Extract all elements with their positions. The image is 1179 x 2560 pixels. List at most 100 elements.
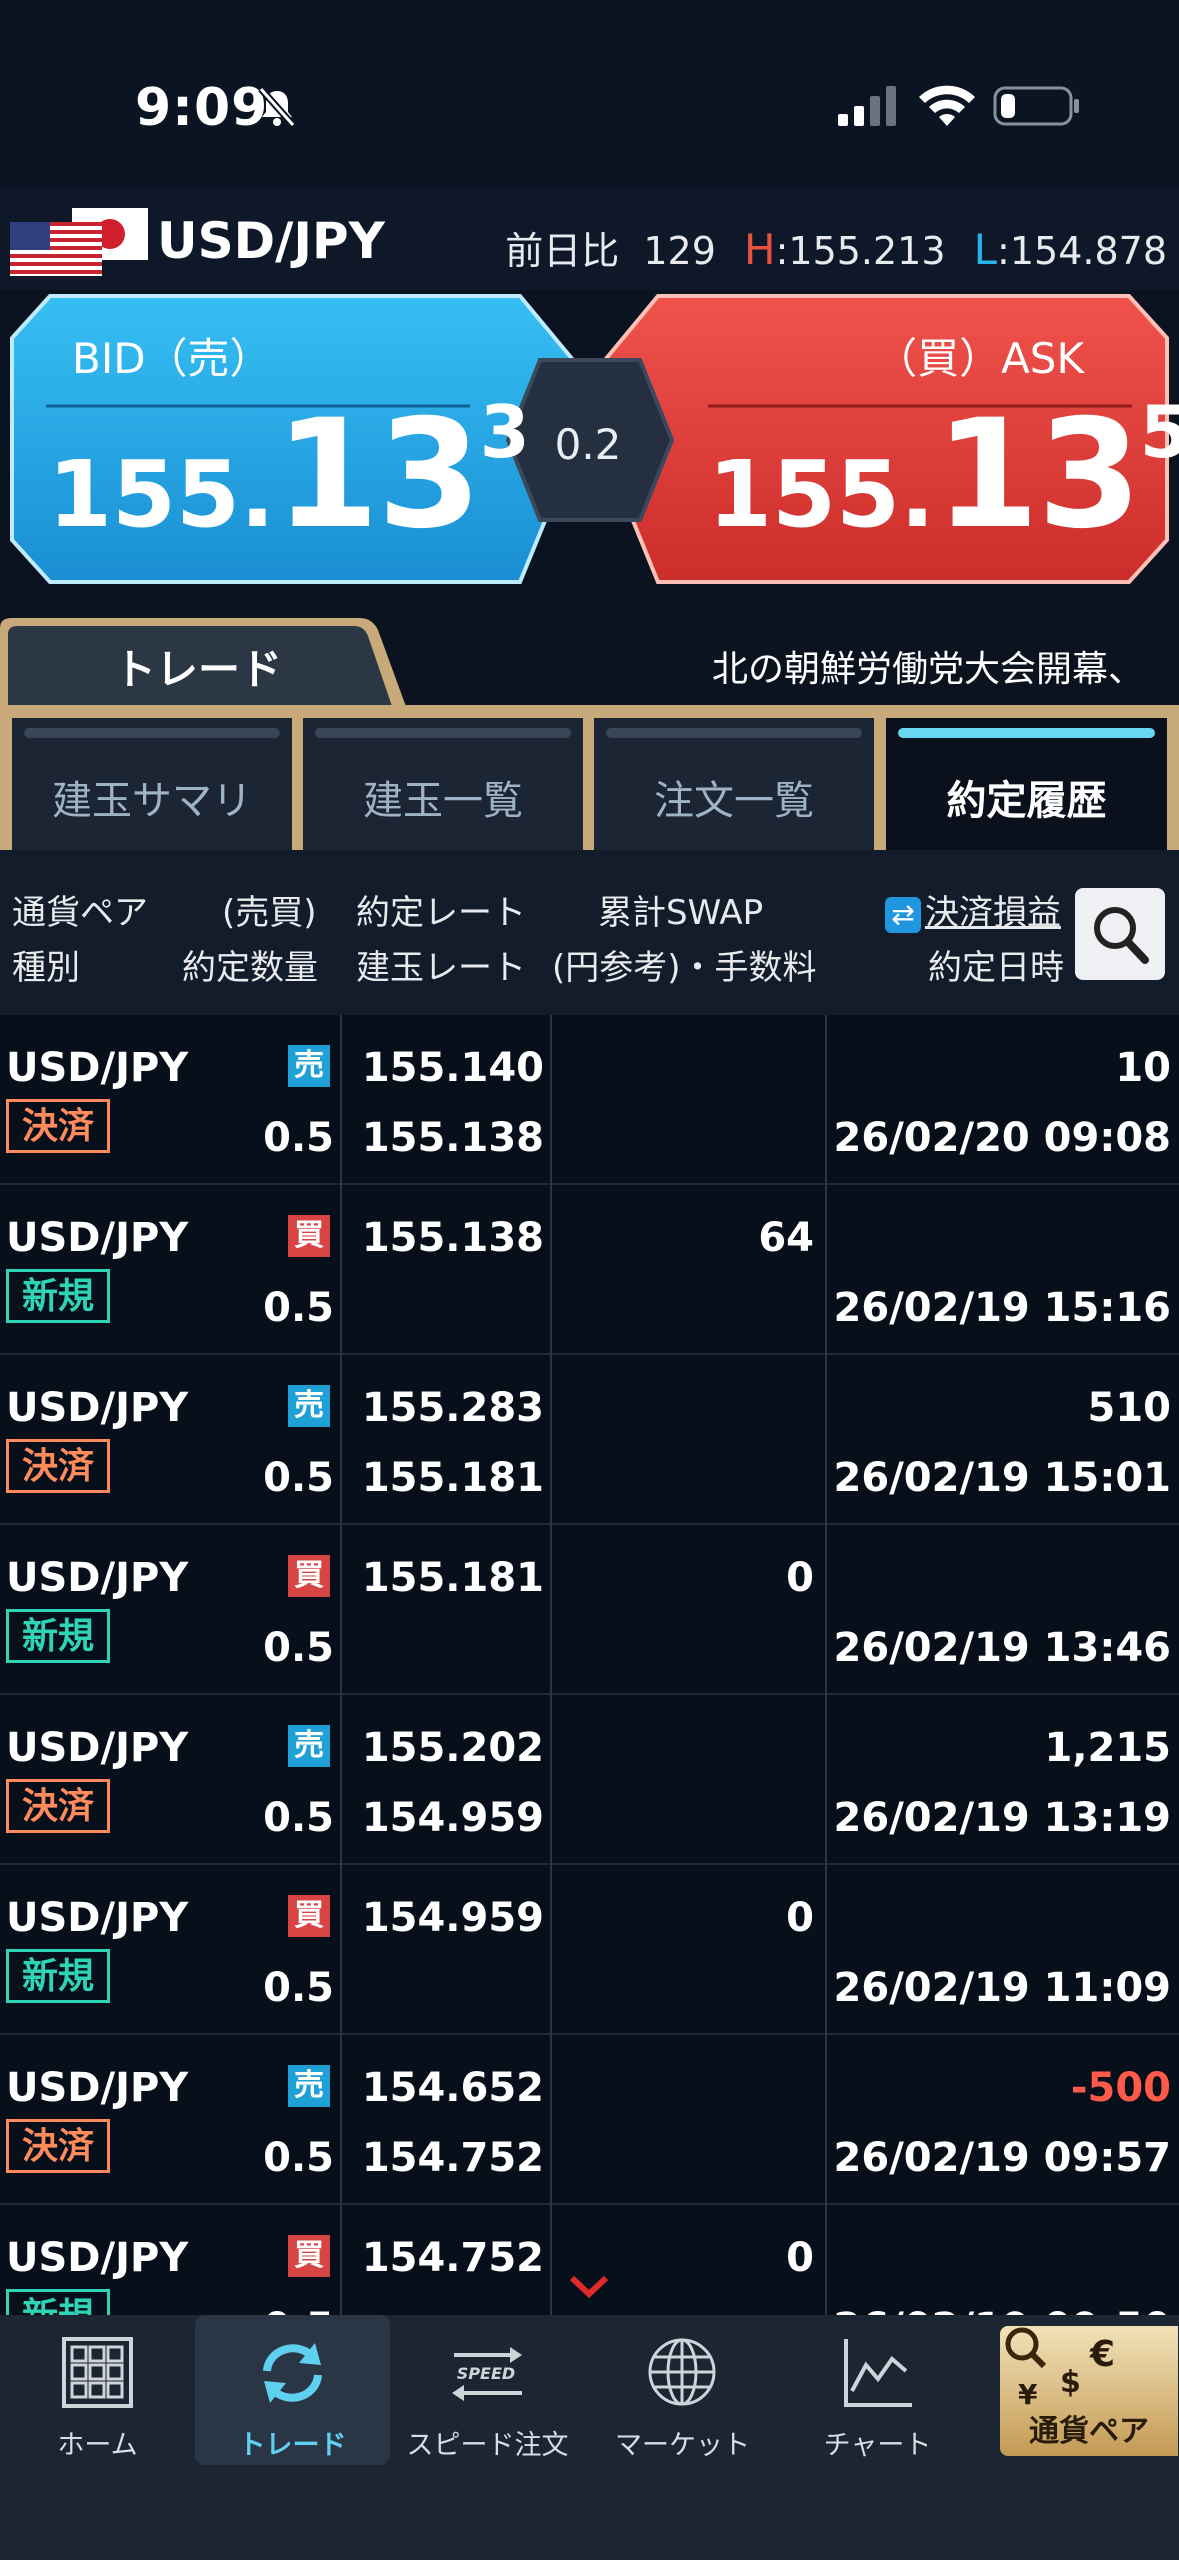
type-badge: 決済 <box>6 1099 110 1153</box>
tab-label: 注文一覧 <box>654 778 814 824</box>
refresh-arrows-icon <box>263 2343 322 2403</box>
col-pair: 通貨ペア <box>12 893 148 933</box>
col-qty: 約定数量 <box>182 948 318 988</box>
currency-icon: € $ ¥ <box>1005 2327 1115 2411</box>
row-exec-rate: 154.959 <box>361 1895 544 1941</box>
table-row[interactable]: USD/JPY 買新規 0.5 155.138 64 26/02/19 15:16 <box>0 1185 1179 1355</box>
row-exec-time: 26/02/19 11:09 <box>833 1965 1171 2011</box>
tab-position-list[interactable]: 建玉一覧 <box>303 718 583 850</box>
table-row[interactable]: USD/JPY 売決済 0.5 155.202 154.959 1,215 26/02/19… <box>0 1695 1179 1865</box>
nav-speed-order[interactable]: SPEED スピード注文 <box>390 2315 585 2465</box>
row-pair: USD/JPY <box>6 1555 189 1601</box>
col-divider <box>340 1015 342 2315</box>
spread-value: 0.2 <box>554 420 622 469</box>
scroll-down-icon[interactable] <box>566 2272 612 2302</box>
type-badge: 決済 <box>6 2119 110 2173</box>
row-pl: 10 <box>1115 1045 1171 1091</box>
svg-text:€: € <box>1089 2334 1115 2375</box>
nav-currency-pair[interactable]: € $ ¥ 通貨ペア <box>1000 2326 1178 2456</box>
col-divider <box>550 1015 552 2315</box>
col-pos-rate: 建玉レート <box>356 948 526 988</box>
side-badge: 買 <box>288 1555 330 1597</box>
high-label: H <box>744 225 776 274</box>
status-bar: 9:09 <box>0 0 1179 190</box>
side-badge: 売 <box>288 1385 330 1427</box>
tab-order-list[interactable]: 注文一覧 <box>594 718 874 850</box>
nav-label: マーケット <box>615 2430 750 2461</box>
tab-label: 建玉一覧 <box>363 778 523 824</box>
row-swap: 0 <box>786 1555 814 1601</box>
table-row[interactable]: USD/JPY 売決済 0.5 155.283 155.181 510 26/02/19 1… <box>0 1355 1179 1525</box>
battery-icon <box>993 86 1079 126</box>
col-type: 種別 <box>12 948 80 988</box>
table-row[interactable]: USD/JPY 買新規 0.5 154.959 0 26/02/19 11:09 <box>0 1865 1179 2035</box>
side-badge: 買 <box>288 1895 330 1937</box>
type-badge: 決済 <box>6 1439 110 1493</box>
table-row[interactable]: USD/JPY 売決済 0.5 155.140 155.138 10 26/02/20 09… <box>0 1015 1179 1185</box>
nav-chart[interactable]: チャート <box>780 2315 975 2465</box>
search-icon <box>1094 907 1149 964</box>
side-badge: 売 <box>288 1725 330 1767</box>
us-jp-flag-icon <box>10 208 148 276</box>
nav-label: 通貨ペア <box>1029 2414 1149 2449</box>
signal-icon <box>838 86 896 126</box>
nav-home[interactable]: ホーム <box>0 2315 195 2465</box>
row-pos-rate: 154.959 <box>361 1795 544 1841</box>
row-qty: 0.5 <box>263 1115 334 1161</box>
row-pair: USD/JPY <box>6 1215 189 1261</box>
row-exec-rate: 154.652 <box>361 2065 544 2111</box>
row-pair: USD/JPY <box>6 2065 189 2111</box>
low-value: :154.878 <box>997 229 1167 273</box>
row-exec-time: 26/02/20 09:08 <box>833 1115 1171 1161</box>
table-row[interactable]: USD/JPY 売決済 0.5 154.652 154.752 -500 26/02/19 … <box>0 2035 1179 2205</box>
col-pl-toggle[interactable]: ⇄ 決済損益 <box>885 885 1061 934</box>
ask-label: （買）ASK <box>875 334 1084 383</box>
row-exec-time: 26/02/19 15:01 <box>833 1455 1171 1501</box>
line-chart-icon <box>844 2339 912 2407</box>
row-pos-rate: 155.181 <box>361 1455 544 1501</box>
col-exec-time: 約定日時 <box>928 948 1064 988</box>
nav-label: トレード <box>238 2430 347 2461</box>
bid-price[interactable]: 155.133 <box>48 396 530 550</box>
row-pair: USD/JPY <box>6 1895 189 1941</box>
tab-label: 約定履歴 <box>946 778 1107 824</box>
tab-position-summary[interactable]: 建玉サマリ <box>12 718 292 850</box>
nav-market[interactable]: マーケット <box>585 2315 780 2465</box>
ask-price-big: 155. <box>708 441 935 548</box>
side-badge: 買 <box>288 2235 330 2277</box>
execution-list[interactable]: USD/JPY 売決済 0.5 155.140 155.138 10 26/02/20 09… <box>0 1015 1179 2315</box>
row-pos-rate: 155.138 <box>361 1115 544 1161</box>
row-pair: USD/JPY <box>6 1725 189 1771</box>
row-qty: 0.5 <box>263 1795 334 1841</box>
col-swap: 累計SWAP <box>598 893 764 933</box>
row-qty: 0.5 <box>263 2305 334 2315</box>
search-button[interactable] <box>1075 888 1165 980</box>
row-pair: USD/JPY <box>6 1045 189 1091</box>
ask-price[interactable]: 155.135 <box>708 396 1179 550</box>
tab-execution-history[interactable]: 約定履歴 <box>886 718 1167 850</box>
row-swap: 0 <box>786 1895 814 1941</box>
ask-price-pip: 5 <box>1139 390 1179 474</box>
row-exec-rate: 155.283 <box>361 1385 544 1431</box>
row-qty: 0.5 <box>263 1455 334 1501</box>
row-pair: USD/JPY <box>6 1385 189 1431</box>
news-ticker[interactable]: 北の朝鮮労働党大会開幕、 <box>712 640 1144 692</box>
type-badge: 新規 <box>6 1949 110 2003</box>
pair-title[interactable]: USD/JPY <box>157 212 385 270</box>
svg-text:$: $ <box>1060 2365 1081 2400</box>
high-value: :155.213 <box>775 229 946 273</box>
trade-tab-label[interactable]: トレード <box>8 636 388 697</box>
col-pl: 決済損益 <box>925 893 1061 933</box>
side-badge: 売 <box>288 1045 330 1087</box>
bid-price-pip: 3 <box>479 390 530 474</box>
globe-icon <box>648 2338 716 2406</box>
change-value: 129 <box>643 229 716 273</box>
wifi-icon <box>919 85 975 126</box>
bid-price-main: 13 <box>275 388 482 562</box>
low-label: L <box>973 225 998 274</box>
row-pos-rate: 154.752 <box>361 2135 544 2181</box>
row-exec-time: 26/02/19 13:19 <box>833 1795 1171 1841</box>
grid-icon <box>62 2337 133 2408</box>
nav-trade[interactable]: トレード <box>195 2315 390 2465</box>
table-row[interactable]: USD/JPY 買新規 0.5 155.181 0 26/02/19 13:46 <box>0 1525 1179 1695</box>
